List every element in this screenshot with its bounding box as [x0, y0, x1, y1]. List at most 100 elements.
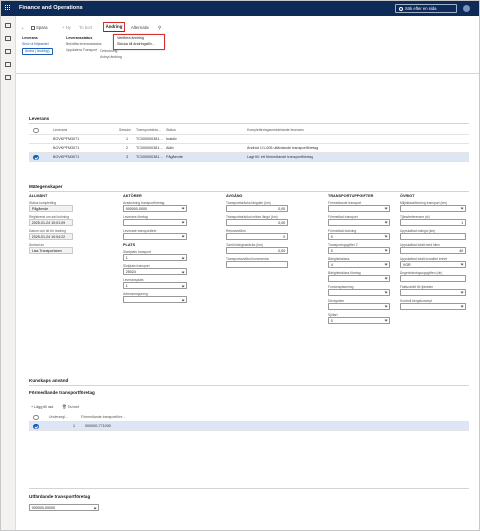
chevron-down-icon[interactable]	[181, 284, 185, 288]
back-button[interactable]: ←	[21, 25, 25, 30]
changed-by-field[interactable]: Lisa Transportanm	[29, 246, 73, 254]
chevron-down-icon[interactable]	[181, 220, 185, 225]
chevron-down-icon[interactable]	[181, 234, 185, 238]
tab-alternativ[interactable]: Alternativ	[131, 25, 149, 30]
save-button[interactable]: Spara	[31, 25, 47, 30]
start-location-field[interactable]: 1	[123, 254, 187, 262]
col-header-status[interactable]: Status	[166, 126, 176, 135]
delivery-location-field[interactable]: 1	[123, 282, 187, 290]
bearing-class-field[interactable]: 4	[328, 260, 390, 268]
intermediary-transport-field[interactable]	[328, 204, 390, 212]
save-icon	[31, 26, 35, 30]
update-transport-button[interactable]: Uppdatera Transport	[66, 48, 101, 54]
toolbar-search-icon[interactable]: ⚲	[158, 25, 161, 31]
delete-button[interactable]: To bort	[79, 25, 92, 30]
change-button[interactable]: Ändra ( ändring)	[22, 47, 53, 55]
page-search-box[interactable]: Sök efter en sida	[395, 4, 457, 13]
row-selected-radio[interactable]	[33, 154, 39, 161]
remove-row-button[interactable]: 🗑 Ta bort	[62, 405, 79, 409]
end-location-field[interactable]: 25024	[123, 268, 187, 276]
environment-class-field[interactable]	[400, 204, 466, 212]
chevron-down-icon[interactable]	[384, 262, 388, 266]
transport-details-2-field[interactable]: 0	[328, 246, 390, 254]
andring-dropdown-menu: Verifiera ändring Skicka till ändringsfö…	[113, 34, 165, 50]
return-distance-field[interactable]: 0	[226, 232, 288, 240]
shipping-field[interactable]: 0	[328, 316, 390, 324]
new-button[interactable]: + Ny	[62, 25, 71, 30]
table-row-selected[interactable]: BOVKPFM3071 3 TC000000381… Pågående Lagt…	[29, 153, 469, 162]
chevron-down-icon[interactable]	[460, 304, 464, 308]
col-header-message[interactable]: Kompletteringsmeddelande leverans	[247, 126, 304, 135]
mediated-booking-field[interactable]: 0	[328, 232, 390, 240]
regret-booking-field[interactable]	[400, 274, 466, 282]
chevron-down-icon[interactable]	[460, 206, 464, 211]
chevron-down-icon[interactable]	[181, 256, 185, 260]
chevron-down-icon[interactable]	[384, 220, 388, 225]
avatar[interactable]	[463, 5, 470, 12]
table-row[interactable]: BOVKPFM3071 1 TC000000381… Inaktiv	[29, 135, 469, 144]
status-field[interactable]: Pågående	[29, 204, 73, 212]
mediated-transport-field[interactable]	[328, 218, 390, 226]
select-all-radio[interactable]	[33, 127, 39, 134]
chevron-down-icon[interactable]	[93, 506, 97, 510]
app-launcher-icon[interactable]	[5, 5, 11, 11]
chevron-down-icon[interactable]	[384, 304, 388, 308]
chevron-down-icon[interactable]	[384, 206, 388, 211]
chevron-down-icon[interactable]	[181, 298, 185, 302]
chevron-down-icon[interactable]	[181, 270, 185, 274]
change-date-field[interactable]: 2025-01-24 10:04:22	[29, 232, 73, 240]
recent-icon[interactable]	[5, 49, 11, 54]
status-cell: Inaktiv	[166, 137, 177, 141]
chevron-down-icon[interactable]	[384, 234, 388, 238]
select-all-radio[interactable]	[33, 414, 39, 421]
col-header-session[interactable]: Session	[119, 126, 131, 135]
distance-comment-field[interactable]	[226, 260, 288, 268]
chevron-down-icon[interactable]	[460, 262, 464, 266]
bearing-class-company-field[interactable]	[328, 274, 390, 282]
issuer-field[interactable]: 000000-00000	[29, 504, 99, 512]
col-header-delivery[interactable]: Leverans	[53, 126, 67, 135]
estimated-amount-field[interactable]	[400, 232, 466, 240]
confirm-status-button[interactable]: Bekräfta leveransstatus	[66, 42, 101, 48]
address-mapping-field[interactable]	[123, 296, 187, 304]
col-header-seq[interactable]: Undersegl…	[49, 413, 68, 422]
print-delivery-note-button[interactable]: Skriv ut följesedel	[22, 42, 53, 48]
divider	[29, 191, 469, 192]
modules-icon[interactable]	[5, 75, 11, 80]
row-selected-radio[interactable]	[33, 423, 39, 430]
add-row-button[interactable]: + Lägg till rad	[31, 405, 53, 409]
invoice-right-field[interactable]	[400, 288, 466, 296]
carrier-field[interactable]	[123, 232, 187, 240]
chevron-down-icon[interactable]	[384, 290, 388, 294]
chevron-down-icon[interactable]	[384, 318, 388, 322]
quantity-unit-field[interactable]: VGR	[400, 260, 466, 268]
service-references-field[interactable]: 1	[400, 218, 466, 226]
transport-distance-field[interactable]: 0,00	[226, 204, 288, 212]
tab-andring[interactable]: Ändring	[103, 22, 125, 32]
cancel-change-button[interactable]: Avbryt ändring	[100, 55, 122, 61]
chevron-down-icon[interactable]	[181, 206, 185, 211]
empty-run-distance-field[interactable]: 0,00	[226, 246, 288, 254]
chevron-down-icon[interactable]	[460, 290, 464, 294]
favorites-icon[interactable]	[5, 36, 11, 41]
chevron-down-icon[interactable]	[384, 248, 388, 252]
sender-company-field[interactable]: 000000-0000	[123, 204, 187, 212]
col-header-intermediary[interactable]: Förmedlande transportföre…	[81, 413, 126, 422]
table-row-selected[interactable]: 1 000000-771000	[29, 422, 469, 431]
delivery-company-field[interactable]	[123, 218, 187, 226]
col-header-transport[interactable]: Transportdeta…	[136, 126, 161, 135]
estimated-total-field[interactable]: 40	[400, 246, 466, 254]
domestic-distance-field[interactable]: 0,00	[226, 218, 288, 226]
transport-details-2-value: 0	[330, 248, 333, 253]
drive-system-field[interactable]	[328, 302, 390, 310]
send-change-item[interactable]: Skicka till ändringsför…	[114, 41, 164, 47]
action-pane: ← Spara + Ny To bort Ändring Alternativ …	[16, 16, 479, 74]
chevron-down-icon[interactable]	[384, 276, 388, 280]
workspaces-icon[interactable]	[5, 62, 11, 67]
vehicle-placement-field[interactable]	[328, 288, 390, 296]
home-icon[interactable]	[5, 23, 11, 28]
control-concept-field[interactable]	[400, 302, 466, 310]
registered-date-field[interactable]: 2025-01-24 10:01:09	[29, 218, 73, 226]
table-row[interactable]: BOVKPFM3071 2 TC000000381… Aktiv Ändrad …	[29, 144, 469, 153]
section-knowledge-title: Kunskaps använd	[29, 378, 69, 383]
